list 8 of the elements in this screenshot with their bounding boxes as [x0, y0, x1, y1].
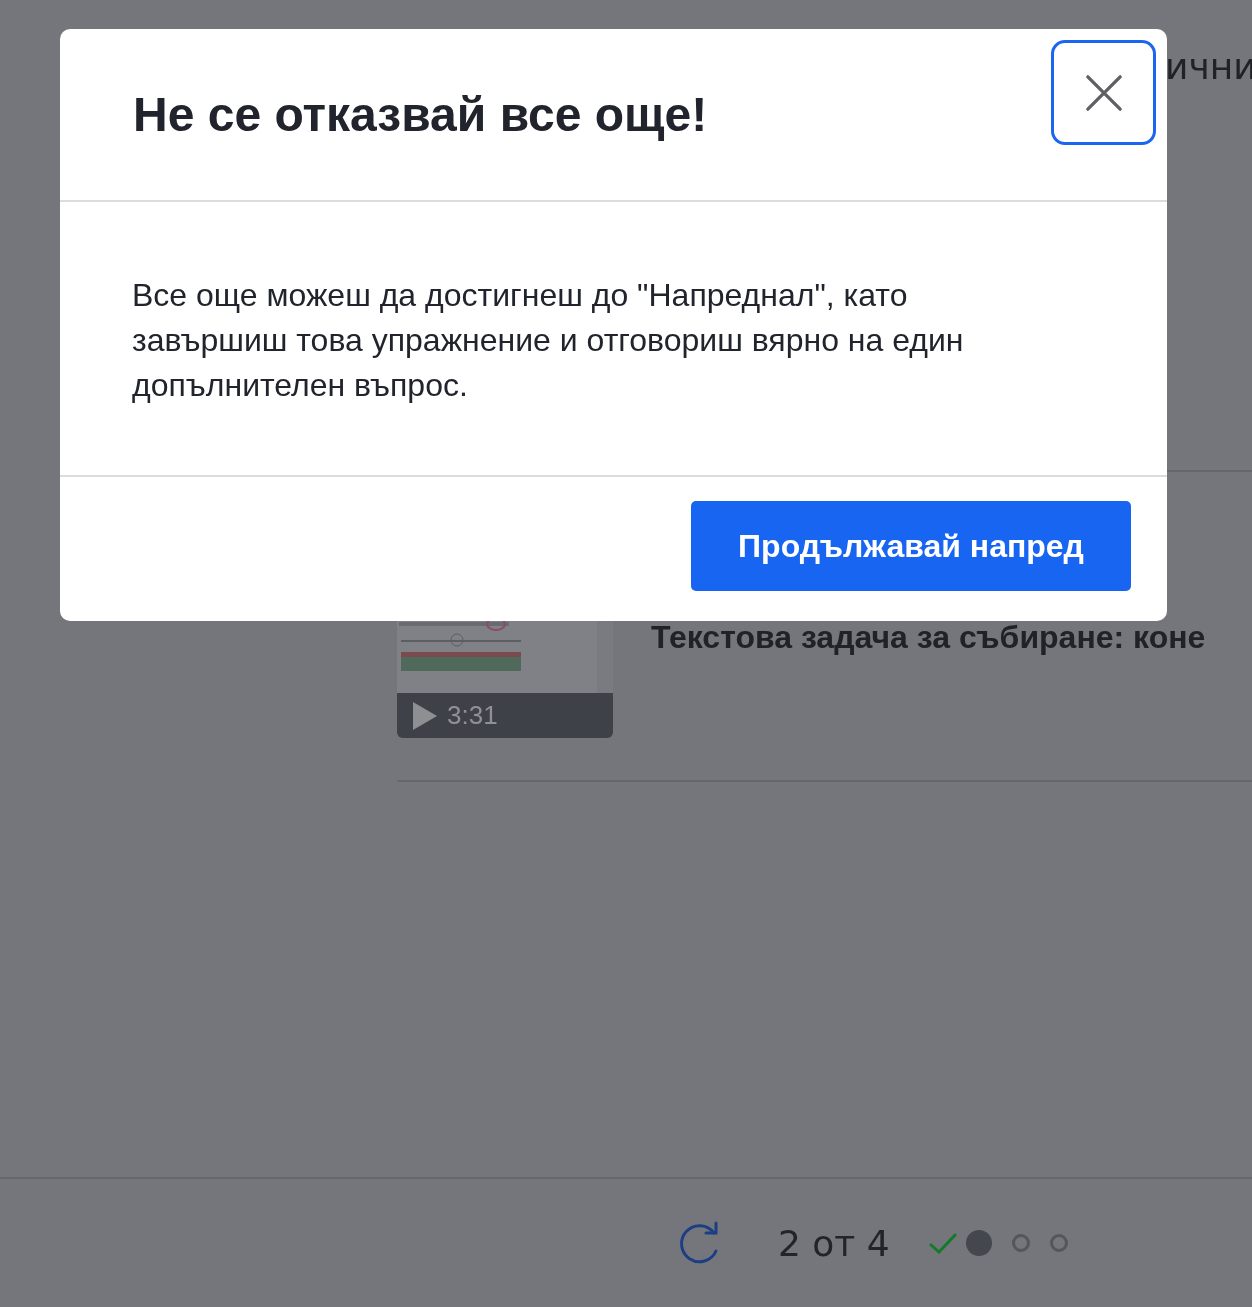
close-icon [1084, 73, 1123, 112]
continue-button[interactable]: Продължавай напред [691, 501, 1131, 591]
dialog-message: Все още можеш да достигнеш до "Напреднал", като завършиш това упражнение и отговориш вярно на един допълнителен въпрос. [132, 276, 965, 405]
video-duration: 3:31 [447, 700, 498, 731]
dialog-title: Не се отказвай все още! [133, 87, 708, 142]
question-counter: 2 от 4 [778, 1222, 890, 1264]
play-icon[interactable] [413, 701, 437, 730]
close-button[interactable] [1051, 40, 1156, 145]
